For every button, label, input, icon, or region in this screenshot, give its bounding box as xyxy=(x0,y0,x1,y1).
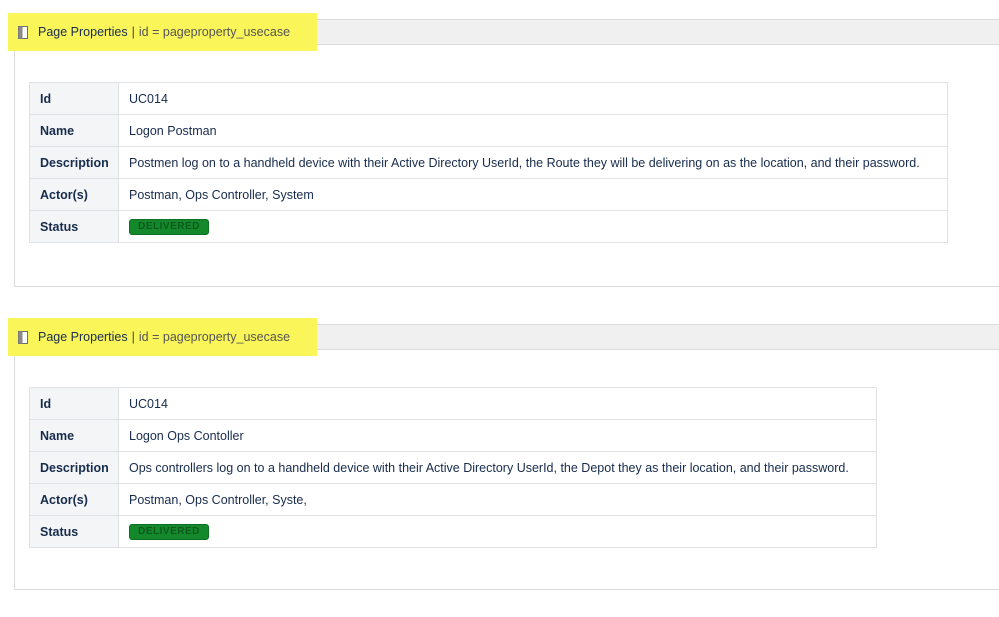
macro-parameter: id = pageproperty_usecase xyxy=(138,330,291,344)
property-key: Actor(s) xyxy=(29,178,119,211)
property-key: Actor(s) xyxy=(29,483,119,516)
table-row: Status DELIVERED xyxy=(29,515,877,548)
page-properties-table: Id UC014 Name Logon Postman Description … xyxy=(29,82,948,243)
status-badge: DELIVERED xyxy=(129,524,209,540)
property-value: Postman, Ops Controller, System xyxy=(118,178,948,211)
table-row: Actor(s) Postman, Ops Controller, System xyxy=(29,178,948,211)
property-value: Ops controllers log on to a handheld dev… xyxy=(118,451,877,484)
macro-separator: | xyxy=(131,330,135,344)
table-row: Id UC014 xyxy=(29,387,877,420)
status-badge: DELIVERED xyxy=(129,219,209,235)
property-value: Logon Ops Contoller xyxy=(118,419,877,452)
property-key: Description xyxy=(29,451,119,484)
table-row: Description Postmen log on to a handheld… xyxy=(29,146,948,179)
property-key: Name xyxy=(29,419,119,452)
page-properties-table: Id UC014 Name Logon Ops Contoller Descri… xyxy=(29,387,877,548)
macro-parameter: id = pageproperty_usecase xyxy=(138,25,291,39)
property-value: DELIVERED xyxy=(118,210,948,243)
property-key: Status xyxy=(29,515,119,548)
property-key: Id xyxy=(29,82,119,115)
property-key: Status xyxy=(29,210,119,243)
macro-header: Page Properties | id = pageproperty_usec… xyxy=(8,318,999,356)
property-value: Postman, Ops Controller, Syste, xyxy=(118,483,877,516)
macro-title-highlight[interactable]: Page Properties | id = pageproperty_usec… xyxy=(8,318,317,356)
property-value: DELIVERED xyxy=(118,515,877,548)
property-key: Description xyxy=(29,146,119,179)
macro-name: Page Properties xyxy=(38,25,128,39)
table-row: Name Logon Postman xyxy=(29,114,948,147)
property-key: Name xyxy=(29,114,119,147)
property-value: Logon Postman xyxy=(118,114,948,147)
macro-header: Page Properties | id = pageproperty_usec… xyxy=(8,13,999,51)
macro-separator: | xyxy=(131,25,135,39)
property-value: UC014 xyxy=(118,82,948,115)
table-row: Name Logon Ops Contoller xyxy=(29,419,877,452)
property-value: UC014 xyxy=(118,387,877,420)
page-properties-icon xyxy=(18,25,28,39)
property-value: Postmen log on to a handheld device with… xyxy=(118,146,948,179)
page-properties-icon xyxy=(18,330,28,344)
table-row: Status DELIVERED xyxy=(29,210,948,243)
table-row: Id UC014 xyxy=(29,82,948,115)
property-key: Id xyxy=(29,387,119,420)
table-row: Actor(s) Postman, Ops Controller, Syste, xyxy=(29,483,877,516)
table-row: Description Ops controllers log on to a … xyxy=(29,451,877,484)
macro-name: Page Properties xyxy=(38,330,128,344)
macro-title-highlight[interactable]: Page Properties | id = pageproperty_usec… xyxy=(8,13,317,51)
